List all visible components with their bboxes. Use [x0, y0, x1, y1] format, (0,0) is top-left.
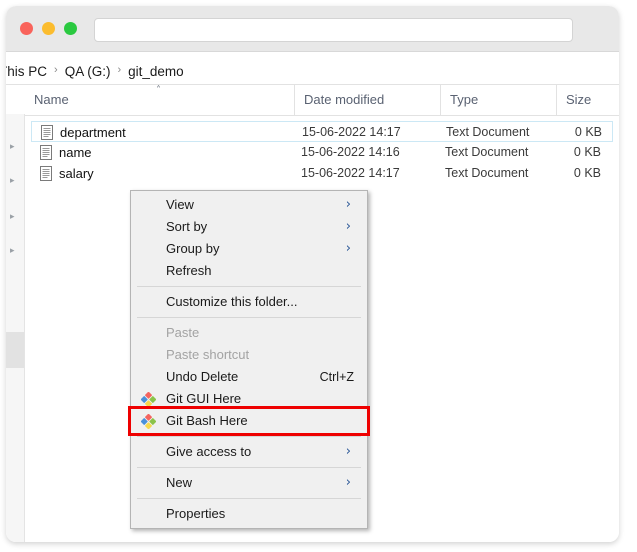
menu-item-group-by[interactable]: Group by ›	[131, 238, 367, 260]
table-row[interactable]: salary 15-06-2022 14:17 Text Document 0 …	[31, 163, 613, 184]
menu-item-label: Paste	[166, 325, 200, 340]
menu-item-paste-shortcut: Paste shortcut	[131, 344, 367, 366]
maximize-button[interactable]	[64, 22, 77, 35]
file-type: Text Document	[445, 145, 529, 159]
column-header-type[interactable]: Type	[440, 85, 556, 115]
column-header-size[interactable]: Size	[556, 85, 619, 115]
file-size: 0 KB	[573, 145, 601, 159]
title-bar	[6, 6, 619, 51]
navigation-pane-scroll-indicator[interactable]	[6, 332, 24, 368]
menu-item-label: Properties	[166, 506, 226, 521]
git-icon	[141, 392, 156, 407]
chevron-right-icon: ›	[345, 475, 351, 490]
menu-item-label: View	[166, 197, 194, 212]
menu-item-properties[interactable]: Properties	[131, 503, 367, 525]
file-size: 0 KB	[573, 166, 601, 180]
menu-item-label: Paste shortcut	[166, 347, 250, 362]
menu-item-label: Git Bash Here	[166, 413, 248, 428]
window-controls	[20, 22, 77, 35]
chevron-right-icon[interactable]: ▸	[10, 142, 20, 152]
chevron-right-icon: ›	[345, 197, 351, 212]
file-type: Text Document	[446, 125, 530, 139]
menu-item-label: New	[166, 475, 193, 490]
chevron-right-icon[interactable]: ▸	[10, 212, 20, 222]
menu-item-label: Refresh	[166, 263, 212, 278]
text-document-icon	[40, 145, 52, 160]
context-menu: View › Sort by › Group by › Refresh Cust…	[130, 190, 368, 529]
screen: This PC › QA (G:) › git_demo ˄ Name Date…	[0, 0, 637, 552]
menu-item-shortcut: Ctrl+Z	[319, 370, 354, 384]
menu-item-label: Customize this folder...	[166, 294, 298, 309]
close-button[interactable]	[20, 22, 33, 35]
table-row[interactable]: name 15-06-2022 14:16 Text Document 0 KB	[31, 142, 613, 163]
breadcrumb-item-qa-drive[interactable]: QA (G:)	[65, 64, 111, 79]
breadcrumb-separator-icon: ›	[117, 64, 122, 76]
text-document-icon	[40, 166, 52, 181]
menu-item-git-bash-here[interactable]: Git Bash Here	[131, 410, 367, 432]
table-row[interactable]: department 15-06-2022 14:17 Text Documen…	[31, 121, 613, 142]
menu-item-label: Give access to	[166, 444, 252, 459]
file-size: 0 KB	[574, 125, 602, 139]
menu-item-customize-this-folder[interactable]: Customize this folder...	[131, 291, 367, 313]
chevron-right-icon: ›	[345, 241, 351, 256]
file-date-modified: 15-06-2022 14:17	[301, 166, 400, 180]
menu-separator	[137, 498, 361, 499]
file-date-modified: 15-06-2022 14:17	[302, 125, 401, 139]
menu-separator	[137, 467, 361, 468]
column-header-bar: ˄ Name Date modified Type Size	[6, 84, 619, 116]
breadcrumb-item-this-pc[interactable]: This PC	[6, 64, 47, 79]
menu-item-view[interactable]: View ›	[131, 194, 367, 216]
menu-item-label: Group by	[166, 241, 220, 256]
file-name: salary	[59, 166, 94, 181]
menu-item-paste: Paste	[131, 322, 367, 344]
column-header-date-modified[interactable]: Date modified	[294, 85, 440, 115]
chevron-right-icon: ›	[345, 444, 351, 459]
menu-item-sort-by[interactable]: Sort by ›	[131, 216, 367, 238]
chevron-right-icon[interactable]: ▸	[10, 176, 20, 186]
menu-item-git-gui-here[interactable]: Git GUI Here	[131, 388, 367, 410]
breadcrumb: This PC › QA (G:) › git_demo	[6, 58, 619, 84]
file-name: department	[60, 125, 126, 140]
git-icon	[141, 414, 156, 429]
menu-item-new[interactable]: New ›	[131, 472, 367, 494]
menu-item-label: Undo Delete	[166, 369, 239, 384]
menu-item-label: Git GUI Here	[166, 391, 242, 406]
menu-item-label: Sort by	[166, 219, 208, 234]
chevron-right-icon: ›	[345, 219, 351, 234]
column-header-name[interactable]: Name	[26, 85, 294, 115]
breadcrumb-separator-icon: ›	[54, 64, 58, 76]
menu-separator	[137, 317, 361, 318]
file-date-modified: 15-06-2022 14:16	[301, 145, 400, 159]
address-input[interactable]	[94, 18, 573, 42]
text-document-icon	[41, 125, 53, 140]
menu-item-undo-delete[interactable]: Undo Delete Ctrl+Z	[131, 366, 367, 388]
breadcrumb-item-git-demo[interactable]: git_demo	[128, 64, 184, 79]
menu-separator	[137, 286, 361, 287]
file-type: Text Document	[445, 166, 529, 180]
menu-separator	[137, 436, 361, 437]
menu-item-give-access-to[interactable]: Give access to ›	[131, 441, 367, 463]
navigation-pane: ▸ ▸ ▸ ▸	[6, 114, 25, 542]
menu-item-refresh[interactable]: Refresh	[131, 260, 367, 282]
chevron-right-icon[interactable]: ▸	[10, 246, 20, 256]
minimize-button[interactable]	[42, 22, 55, 35]
file-name: name	[59, 145, 92, 160]
